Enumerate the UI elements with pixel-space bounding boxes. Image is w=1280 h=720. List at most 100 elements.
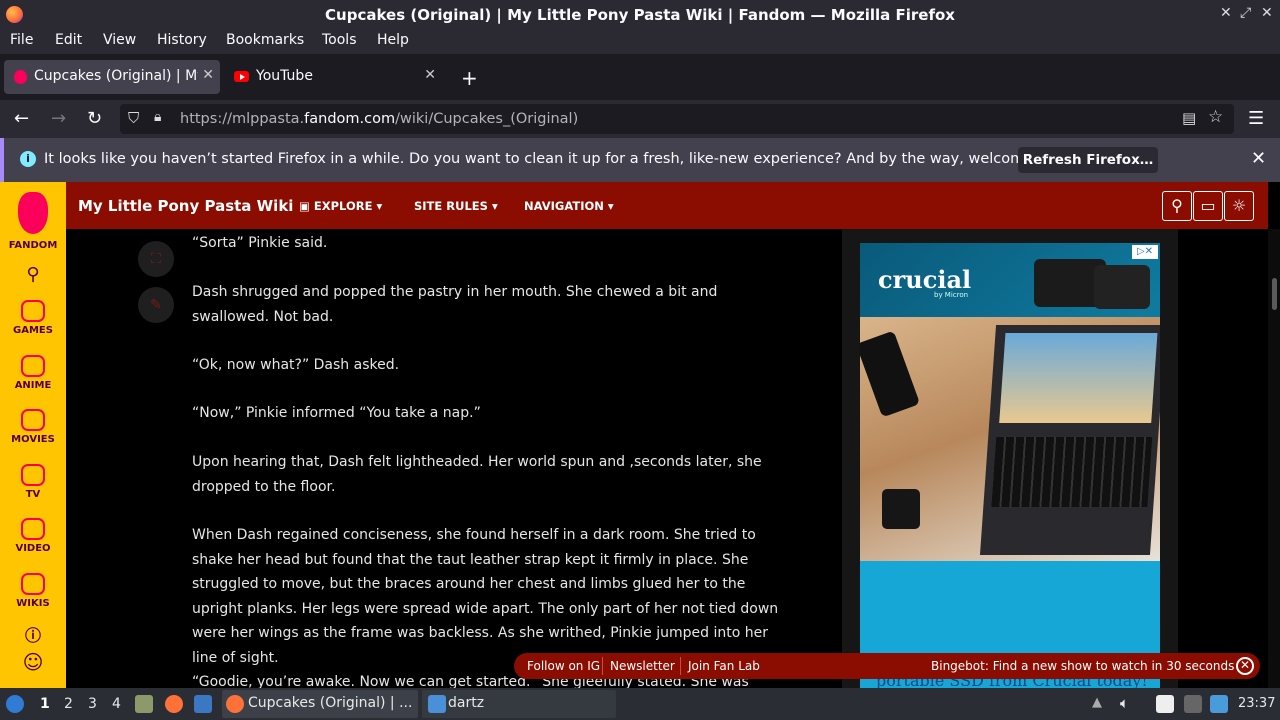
tab-cupcakes[interactable]: Cupcakes (Original) | My ✕ [4,60,220,94]
article-paragraph: “Sorta” Pinkie said. [192,235,328,251]
scrollbar-thumb[interactable] [1272,278,1277,310]
fandom-sidebar: FANDOM ⚲ GAMES ANIME MOVIES TV VIDEO WIK… [0,182,66,688]
url-bar[interactable]: ⛉ 🔒︎ https://mlppasta.fandom.com/wiki/Cu… [120,104,1234,134]
laptop-screen [999,333,1158,423]
sidebar-item-label: MOVIES [11,434,55,445]
sidebar-item-anime[interactable]: ANIME [0,355,66,391]
new-tab-icon[interactable]: + [461,66,478,90]
sidebar-item-label: TV [25,489,41,500]
wiki-header: My Little Pony Pasta Wiki ▣ EXPLORE ▾ SI… [66,182,1268,229]
tray-up-icon[interactable]: ▲ [1092,695,1102,710]
sidebar-item-video[interactable]: VIDEO [0,518,66,554]
workspace-1[interactable]: 1 [40,696,50,712]
lock-icon[interactable]: 🔒︎ [154,109,161,125]
join-fan-lab-link[interactable]: Join Fan Lab [688,659,760,673]
url-text[interactable]: https://mlppasta.fandom.com/wiki/Cupcake… [180,111,578,127]
bingebot-message[interactable]: Bingebot: Find a new show to watch in 30… [931,659,1234,673]
menu-file[interactable]: File [10,32,33,48]
search-icon[interactable]: ⚲ [0,264,66,285]
article-paragraph: Dash shrugged and popped the pastry in h… [192,284,718,325]
clipboard-icon[interactable] [1156,695,1174,713]
ssd-image [860,330,921,418]
laptop-keyboard [991,437,1153,507]
book-icon [21,573,45,595]
back-icon[interactable]: ← [14,108,29,129]
tab-youtube[interactable]: YouTube ✕ [226,60,442,94]
article-paragraph: Upon hearing that, Dash felt lightheaded… [192,454,762,495]
ad-subbrand: by Micron [934,291,969,299]
nav-site-rules[interactable]: SITE RULES ▾ [414,199,498,213]
forward-icon[interactable]: → [51,108,66,129]
nav-explore[interactable]: ▣ EXPLORE ▾ [299,199,382,213]
fandom-logo[interactable]: FANDOM [0,192,66,251]
edit-pencil-icon[interactable]: ✎ [138,287,174,323]
menu-bookmarks[interactable]: Bookmarks [226,32,304,48]
sidebar-item-games[interactable]: GAMES [0,300,66,336]
notification-message: It looks like you haven’t started Firefo… [44,151,1079,167]
workspace-4[interactable]: 4 [112,696,121,712]
newsletter-link[interactable]: Newsletter [610,659,675,673]
info-circle-icon[interactable]: ⓘ [0,622,66,646]
updates-icon[interactable] [1210,695,1228,713]
tv-icon [21,464,45,486]
close-bingebot-icon[interactable]: ✕ [1236,657,1254,675]
volume-icon[interactable]: 🔈︎ [1120,694,1129,712]
fandom-heart-icon [18,192,48,234]
clapperboard-icon [21,409,45,431]
nav-navigation[interactable]: NAVIGATION ▾ [524,199,614,213]
bookmark-star-icon[interactable]: ☆ [1208,107,1223,127]
discussions-icon[interactable]: ▭ [1193,191,1223,221]
workspace-3[interactable]: 3 [88,696,97,712]
terminal-icon[interactable] [194,695,212,713]
close-tab-icon[interactable]: ✕ [202,67,214,83]
sidebar-item-tv[interactable]: TV [0,464,66,500]
user-avatar-icon[interactable]: ☺ [0,650,66,674]
reader-view-icon[interactable]: ▤ [1182,109,1196,127]
page-scrollbar[interactable] [1268,229,1280,688]
search-icon[interactable]: ⚲ [1162,191,1192,221]
start-menu-icon[interactable] [6,695,24,713]
menu-tools[interactable]: Tools [322,32,357,48]
youtube-favicon-icon [234,71,249,82]
close-tab-icon[interactable]: ✕ [424,67,436,83]
menu-edit[interactable]: Edit [55,32,82,48]
anime-icon [21,355,45,377]
sidebar-item-label: VIDEO [15,543,51,554]
shield-icon[interactable]: ⛉ [128,109,139,127]
sidebar-item-label: ANIME [14,380,52,391]
wiki-name[interactable]: My Little Pony Pasta Wiki [78,197,293,215]
refresh-firefox-button[interactable]: Refresh Firefox… [1018,147,1158,173]
menu-view[interactable]: View [103,32,136,48]
maximize-icon[interactable]: ⤢ [1240,5,1251,21]
sidebar-item-label: WIKIS [16,598,50,609]
taskbar-window-label: dartz [448,695,485,711]
firefox-launcher-icon[interactable] [165,695,183,713]
clock: 23:37 [1238,696,1276,711]
article-paragraph: “Now,” Pinkie informed “You take a nap.” [192,405,481,421]
close-window-icon[interactable]: ✕ [1261,5,1273,21]
menu-help[interactable]: Help [377,32,409,48]
menu-history[interactable]: History [157,32,207,48]
divider [680,657,681,675]
taskbar-window-dartz[interactable]: dartz [422,690,616,718]
workspace-2[interactable]: 2 [64,696,73,712]
sidebar-item-movies[interactable]: MOVIES [0,409,66,445]
divider [602,657,603,675]
minimize-icon[interactable]: ✕ [1220,5,1232,21]
ad-close-icon[interactable]: ▷✕ [1132,245,1158,259]
sidebar-item-wikis[interactable]: WIKIS [0,573,66,609]
follow-ig-link[interactable]: Follow on IG [527,659,600,673]
file-manager-icon[interactable] [135,695,153,713]
advertisement[interactable]: crucial by Micron ▷✕ portable SSD from C… [860,243,1160,693]
theme-toggle-icon[interactable]: ☼ [1224,191,1254,221]
taskbar-window-firefox[interactable]: Cupcakes (Original) | ... [222,690,418,718]
expand-icon[interactable]: ⛶ [138,241,174,277]
taskbar: 1 2 3 4 Cupcakes (Original) | ... dartz … [0,688,1280,720]
reload-icon[interactable]: ↻ [87,108,102,129]
close-notification-icon[interactable]: ✕ [1251,148,1266,169]
hamburger-menu-icon[interactable]: ☰ [1248,108,1264,129]
network-icon[interactable] [1184,695,1202,713]
tab-bar: Cupcakes (Original) | My ✕ YouTube ✕ + [0,54,1280,100]
fandom-favicon-icon [14,70,27,84]
gamepad-icon [21,300,45,322]
